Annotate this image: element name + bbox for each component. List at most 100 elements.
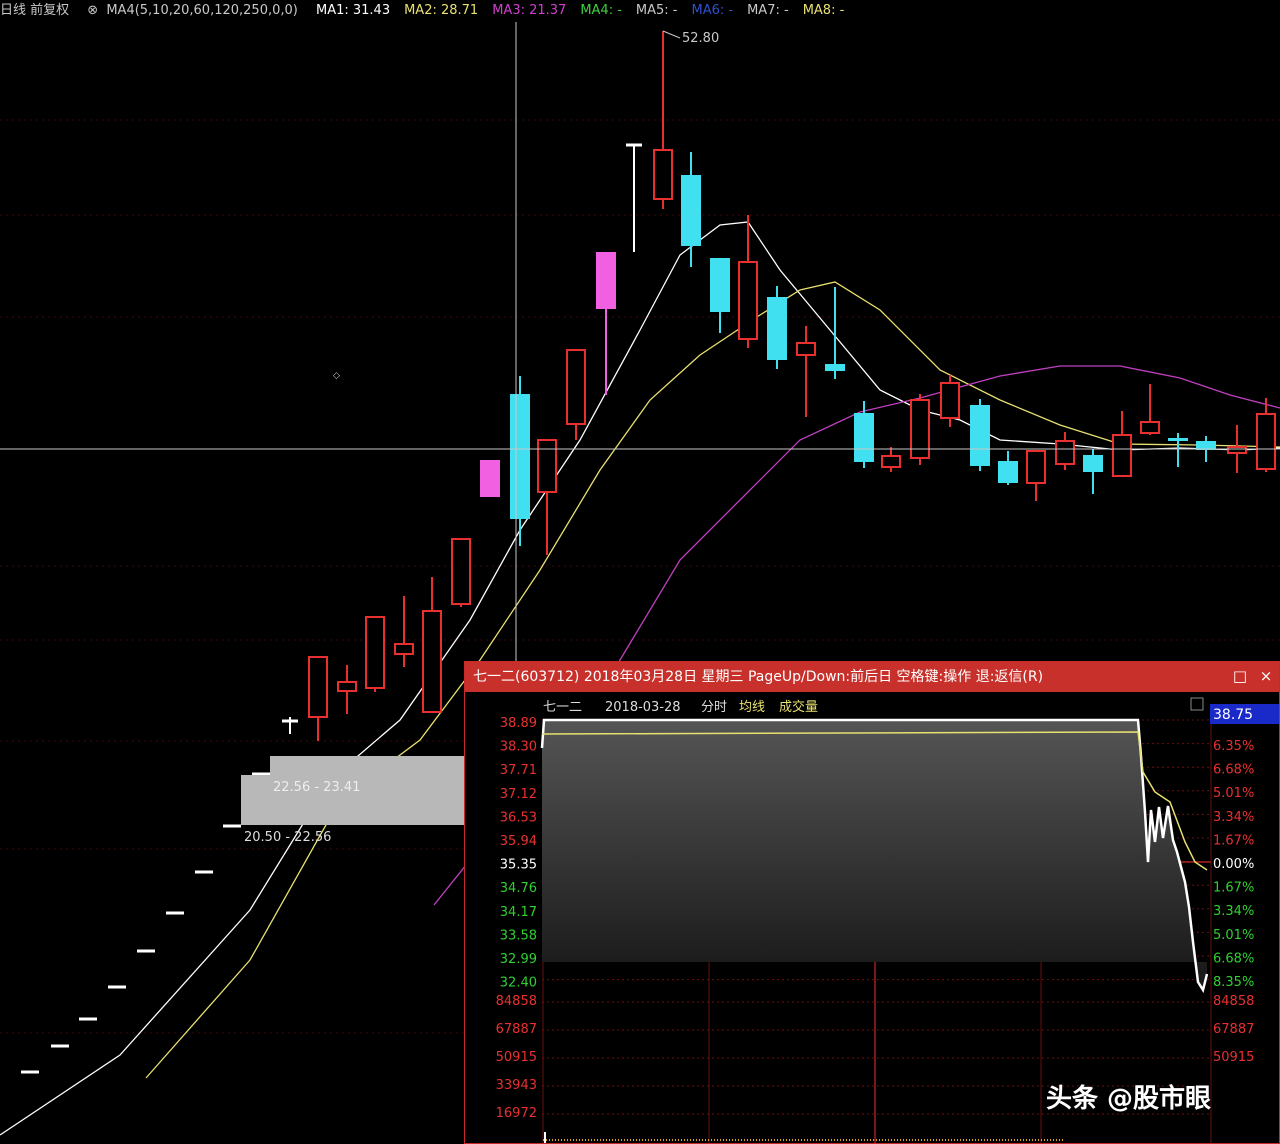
price-range-label-upper: 22.56 - 23.41: [273, 780, 361, 795]
price-tick: 33.58: [500, 928, 537, 943]
percent-tick: 8.35%: [1213, 975, 1254, 990]
candle: [1140, 384, 1160, 435]
percent-tick: 1.67%: [1213, 833, 1254, 848]
price-tick: 38.30: [500, 740, 537, 755]
candle: [710, 258, 730, 333]
candle-body: [1256, 413, 1276, 470]
chart-mode: 分时: [701, 700, 727, 715]
candle: [653, 31, 673, 209]
percent-tick: 5.01%: [1213, 928, 1254, 943]
candle-body: [422, 610, 442, 713]
candle-body: [566, 349, 586, 425]
candle-body: [767, 297, 787, 360]
price-tick: 35.94: [500, 834, 537, 849]
price-tick: 35.35: [500, 858, 537, 873]
intraday-chart[interactable]: 38.89 38.30 37.71 37.12 36.53 35.94 35.35 34.76…: [465, 692, 1279, 1143]
candle: [1256, 398, 1276, 472]
volume-tick: 50915: [1213, 1050, 1254, 1065]
candle: [738, 215, 758, 348]
candle: [422, 577, 442, 713]
candle-body: [394, 643, 414, 655]
candle-body: [710, 258, 730, 312]
cursor-dot: ◇: [333, 371, 340, 381]
candle: [1055, 432, 1075, 470]
candle-body: [681, 175, 701, 246]
candle: [1168, 433, 1188, 467]
percent-tick: 6.68%: [1213, 763, 1254, 778]
candle: [308, 656, 328, 741]
legend-item: MA2: 28.71: [404, 3, 479, 18]
legend-item: MA4: -: [580, 3, 622, 18]
price-tick: 32.40: [500, 976, 537, 991]
candle-body: [365, 616, 385, 689]
candle: [282, 717, 298, 734]
volume-tick: 16972: [496, 1106, 537, 1121]
candle-body: [653, 149, 673, 200]
candle-body: [970, 405, 990, 466]
volume-tick: 84858: [1213, 994, 1254, 1009]
candle-body: [337, 681, 357, 692]
volume-tick: 33943: [496, 1078, 537, 1093]
candle: [854, 401, 874, 468]
avg-line-label: 均线: [739, 700, 765, 715]
price-tick: 36.53: [500, 810, 537, 825]
candle-body: [940, 382, 960, 419]
intraday-popup[interactable]: 七一二(603712) 2018年03月28日 星期三 PageUp/Down:…: [464, 661, 1280, 1144]
percent-tick: 3.34%: [1213, 810, 1254, 825]
percent-tick: 6.35%: [1213, 739, 1254, 754]
price-tick: 37.12: [500, 787, 537, 802]
candle-body: [998, 461, 1018, 483]
percent-tick: 0.00%: [1213, 857, 1254, 872]
legend-item: MA7: -: [747, 3, 789, 18]
candle-body: [1168, 438, 1188, 441]
candle: [681, 152, 701, 267]
volume-tick: 67887: [496, 1022, 537, 1037]
candle-body: [854, 413, 874, 462]
candle-body: [1112, 434, 1132, 477]
popup-title: 七一二(603712) 2018年03月28日 星期三 PageUp/Down:…: [473, 669, 1044, 685]
maximize-icon[interactable]: □: [1231, 667, 1249, 685]
candle: [596, 252, 616, 395]
legend-items: MA1: 31.43 MA2: 28.71 MA3: 21.37 MA4: - MA5:…: [316, 3, 858, 18]
candle-body: [1055, 440, 1075, 465]
price-tick: 38.89: [500, 716, 537, 731]
candle: [537, 439, 557, 555]
candle: [1112, 411, 1132, 477]
candle: [626, 143, 642, 252]
candle-body: [825, 364, 845, 371]
price-tick: 37.71: [500, 763, 537, 778]
chart-date: 2018-03-28: [605, 700, 681, 715]
close-icon[interactable]: ×: [1257, 667, 1275, 685]
ma-config[interactable]: MA4(5,10,20,60,120,250,0,0): [106, 3, 298, 18]
candle-body: [537, 439, 557, 493]
candle: [1083, 449, 1103, 494]
candle-body: [1083, 455, 1103, 472]
percent-tick: 1.67%: [1213, 881, 1254, 896]
candle-body: [308, 656, 328, 718]
price-tick: 32.99: [500, 952, 537, 967]
candle: [796, 326, 816, 417]
percent-tick: 5.01%: [1213, 786, 1254, 801]
candle: [365, 616, 385, 692]
popup-title-bar[interactable]: 七一二(603712) 2018年03月28日 星期三 PageUp/Down:…: [465, 662, 1279, 692]
settings-icon[interactable]: ⊗: [87, 3, 98, 18]
candle: [1026, 450, 1046, 501]
price-area: [542, 720, 1207, 990]
watermark: 头条 @股市眼: [1046, 1084, 1212, 1114]
candle: [480, 460, 500, 497]
price-tick: 34.76: [500, 881, 537, 896]
price-range-box-upper: [270, 756, 464, 775]
chart-title: 日线 前复权: [0, 3, 70, 18]
legend-item: MA3: 21.37: [492, 3, 567, 18]
candle: [910, 394, 930, 465]
percent-tick: 3.34%: [1213, 904, 1254, 919]
percent-tick: 6.68%: [1213, 951, 1254, 966]
price-tick: 34.17: [500, 905, 537, 920]
candle: [825, 287, 845, 379]
indicator-legend: 日线 前复权 ⊗ MA4(5,10,20,60,120,250,0,0) MA1…: [0, 0, 1280, 22]
candle-body: [510, 394, 530, 519]
high-price-label: 52.80: [682, 31, 719, 46]
candle-body: [1227, 446, 1247, 454]
legend-item: MA1: 31.43: [315, 3, 391, 18]
layout-icon: [1190, 697, 1204, 711]
